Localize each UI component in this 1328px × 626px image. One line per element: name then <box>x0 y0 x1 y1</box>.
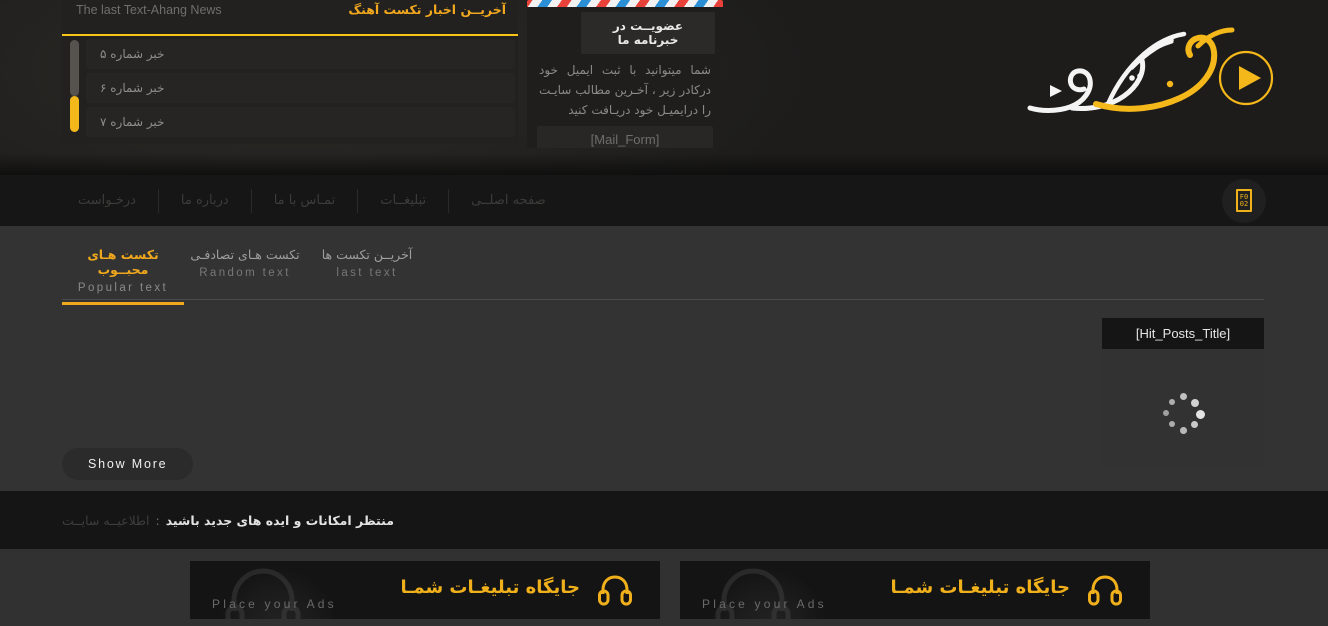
notice-message: منتظر امکانات و ایده های جدید باشید <box>165 512 394 528</box>
hero-section: آخریــن اخبار تکست آهنگ The last Text-Ah… <box>0 0 1328 175</box>
news-item-label: خبر شماره ۷ <box>100 115 165 129</box>
menu-toggle-button[interactable]: F0 02 <box>1222 178 1266 223</box>
tab-label-fa: تکست هـای تصادفـی <box>190 247 300 262</box>
latest-news-title-fa: آخریــن اخبار تکست آهنگ <box>348 2 506 17</box>
headphones-icon <box>1088 575 1122 606</box>
latest-news-header: آخریــن اخبار تکست آهنگ The last Text-Ah… <box>62 0 518 36</box>
tab-last-text[interactable]: آخریــن تکست ها last text <box>306 247 428 289</box>
site-logo[interactable] <box>1012 12 1282 132</box>
list-item[interactable]: خبر شماره ۶ <box>86 73 515 103</box>
list-item[interactable]: خبر شماره ۷ <box>86 107 515 137</box>
ad-banner-left[interactable]: جایگاه تبلیغـات شمـا Place your Ads <box>190 561 660 619</box>
headphones-icon <box>598 575 632 606</box>
nav-item-home[interactable]: صفحه اصلــی <box>448 188 568 213</box>
tab-random-text[interactable]: تکست هـای تصادفـی Random text <box>184 247 306 289</box>
play-circle-icon <box>1218 50 1274 106</box>
ad-label-en: Place your Ads <box>212 597 337 611</box>
airmail-stripe-decoration <box>527 0 723 7</box>
show-more-button[interactable]: Show More <box>62 448 194 480</box>
ad-banner-right[interactable]: جایگاه تبلیغـات شمـا Place your Ads <box>680 561 1150 619</box>
latest-news-panel: آخریــن اخبار تکست آهنگ The last Text-Ah… <box>62 0 518 144</box>
hit-posts-card-title: [Hit_Posts_Title] <box>1102 318 1264 349</box>
missing-glyph-icon: F0 02 <box>1236 189 1252 212</box>
tab-label-en: Popular text <box>77 282 169 294</box>
nav-item-ads[interactable]: تبلیغــات <box>357 188 448 213</box>
nav-item-contact[interactable]: تمـاس با ما <box>250 188 358 213</box>
news-item-label: خبر شماره ۶ <box>100 81 165 95</box>
ad-label-fa: جایگاه تبلیغـات شمـا <box>890 577 1070 598</box>
news-scrollbar[interactable] <box>70 40 79 132</box>
latest-news-title-en: The last Text-Ahang News <box>76 3 222 17</box>
tab-label-fa: آخریــن تکست ها <box>321 247 413 262</box>
ad-label-fa: جایگاه تبلیغـات شمـا <box>400 577 580 598</box>
tab-popular-text[interactable]: تکست هـای محبــوب Popular text <box>62 247 184 305</box>
site-notice-bar: منتظر امکانات و ایده های جدید باشید : اط… <box>0 491 1328 549</box>
loading-spinner-icon <box>1160 391 1206 437</box>
newsletter-panel: عضویــت در خبرنامه ما شما میتوانید با ثب… <box>527 0 723 148</box>
ads-section: جایگاه تبلیغـات شمـا Place your Ads جایگ… <box>0 549 1328 626</box>
newsletter-description: شما میتوانید با ثبت ایمیل خود درکادر زیر… <box>539 63 711 117</box>
content-tabs: تکست هـای محبــوب Popular text تکست هـای… <box>62 244 1264 305</box>
hit-posts-card: [Hit_Posts_Title] <box>1102 318 1264 466</box>
list-item[interactable]: خبر شماره ۵ <box>86 39 515 69</box>
newsletter-title: عضویــت در خبرنامه ما <box>581 12 715 54</box>
tab-label-fa: تکست هـای محبــوب <box>87 247 159 277</box>
news-scrollbar-thumb[interactable] <box>70 96 79 132</box>
nav-menu: صفحه اصلــی تبلیغــات تمـاس با ما درباره… <box>62 188 568 213</box>
ad-label-en: Place your Ads <box>702 597 827 611</box>
main-content: تکست هـای محبــوب Popular text تکست هـای… <box>0 226 1328 491</box>
main-navigation: F0 02 صفحه اصلــی تبلیغــات تمـاس با ما … <box>0 175 1328 226</box>
newsletter-email-field[interactable]: [Mail_Form] <box>537 126 713 148</box>
nav-item-about[interactable]: درباره ما <box>157 188 251 213</box>
news-item-label: خبر شماره ۵ <box>100 47 165 61</box>
news-scrollbar-track[interactable] <box>70 40 79 96</box>
newsletter-email-placeholder: [Mail_Form] <box>590 131 660 147</box>
tab-label-en: last text <box>336 267 398 279</box>
notice-label: اطلاعیــه سایــت <box>62 512 150 528</box>
notice-separator: : <box>155 512 160 528</box>
news-list: خبر شماره ۵ خبر شماره ۶ خبر شماره ۷ <box>86 39 515 138</box>
tab-label-en: Random text <box>199 267 291 279</box>
nav-item-request[interactable]: درخـواست <box>62 189 158 213</box>
glyph-code-bottom: 02 <box>1239 199 1249 208</box>
